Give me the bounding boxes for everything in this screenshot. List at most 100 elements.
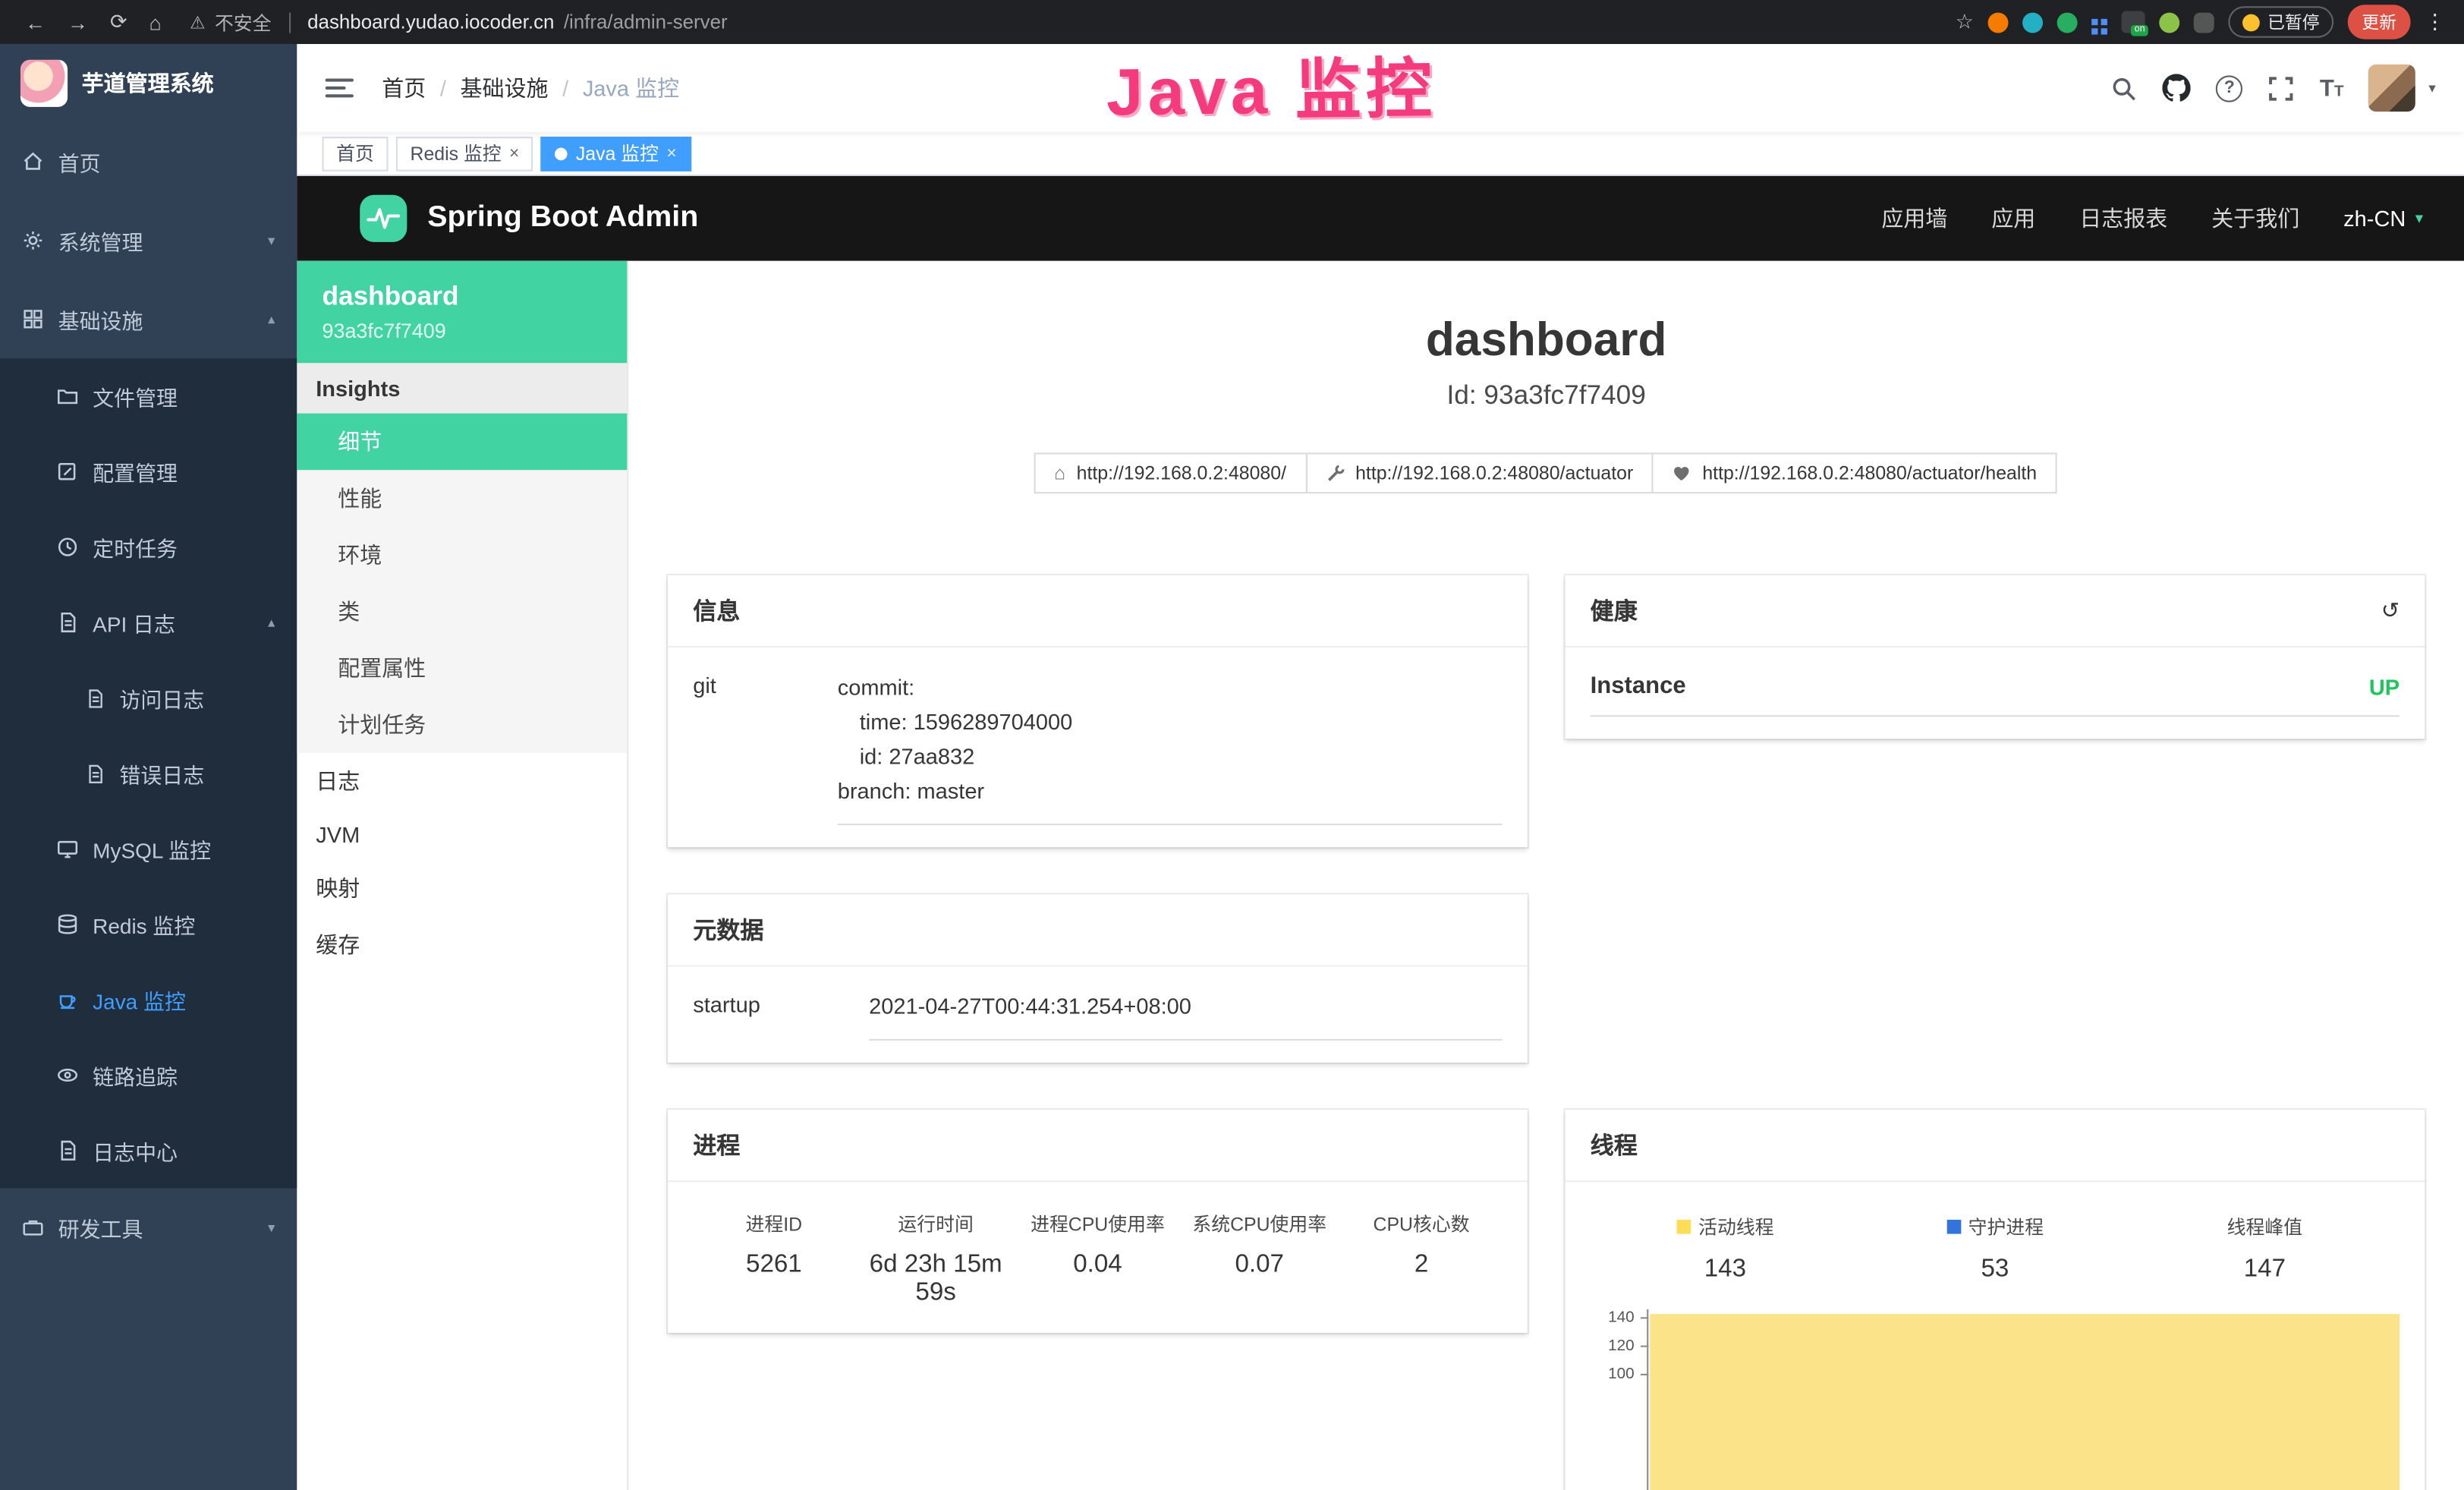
tab-java-monitor[interactable]: Java 监控 × <box>541 136 691 171</box>
close-icon[interactable]: × <box>666 143 676 162</box>
sidebar-item-home[interactable]: 首页 <box>0 123 297 202</box>
link-label: http://192.168.0.2:48080/ <box>1077 462 1286 484</box>
extension-icon-drop[interactable] <box>2022 12 2043 33</box>
url-host[interactable]: dashboard.yudao.iocoder.cn <box>307 11 554 33</box>
github-icon[interactable] <box>2163 74 2191 102</box>
hamburger-icon[interactable] <box>326 79 354 98</box>
breadcrumb-home[interactable]: 首页 <box>382 72 426 103</box>
bookmark-star-icon[interactable]: ☆ <box>1956 9 1974 34</box>
extension-icon-switch[interactable]: on <box>2122 11 2145 33</box>
edit-icon <box>57 461 79 483</box>
sba-item-performance[interactable]: 性能 <box>297 470 627 527</box>
sidebar-item-api-log[interactable]: API 日志 ▴ <box>0 584 297 660</box>
address-bar[interactable]: ⚠ 不安全 dashboard.yudao.iocoder.cn/infra/a… <box>174 8 1955 35</box>
sba-nav-journal[interactable]: 日志报表 <box>2079 203 2167 234</box>
help-icon[interactable]: ? <box>2216 74 2242 101</box>
info-line: time: 1596289704000 <box>838 704 1503 739</box>
instance-id: 93a3fc7f7409 <box>323 319 603 342</box>
tab-redis-monitor[interactable]: Redis 监控 × <box>396 136 533 171</box>
url-path[interactable]: /infra/admin-server <box>564 11 728 33</box>
tab-label: Java 监控 <box>576 140 659 166</box>
eye-icon <box>57 1064 79 1086</box>
font-size-icon[interactable]: TT <box>2320 74 2344 101</box>
sidebar-item-trace[interactable]: 链路追踪 <box>0 1038 297 1113</box>
sidebar-item-mysql[interactable]: MySQL 监控 <box>0 811 297 887</box>
stat-pid: 进程ID 5261 <box>693 1211 854 1308</box>
sba-instance-header[interactable]: dashboard 93a3fc7f7409 <box>297 261 627 364</box>
extension-icon-green[interactable] <box>2057 12 2078 33</box>
process-card: 进程 进程ID 5261 运行时间 <box>668 1110 1528 1333</box>
stat-label: 运行时间 <box>855 1211 1017 1237</box>
extension-icon-orange[interactable] <box>1988 12 2009 33</box>
sidebar-item-access-log[interactable]: 访问日志 <box>0 660 297 736</box>
sidebar-item-job[interactable]: 定时任务 <box>0 509 297 584</box>
tab-home[interactable]: 首页 <box>323 136 389 171</box>
update-button[interactable]: 更新 <box>2348 5 2411 39</box>
sba-item-caches[interactable]: 缓存 <box>297 916 627 973</box>
metadata-value: 2021-04-27T00:44:31.254+08:00 <box>869 989 1503 1041</box>
reload-icon[interactable]: ⟳ <box>110 9 127 34</box>
browser-menu-icon[interactable]: ⋮ <box>2425 9 2445 34</box>
user-avatar[interactable] <box>2369 65 2416 112</box>
sba-brand-title[interactable]: Spring Boot Admin <box>427 201 698 236</box>
back-icon[interactable]: ← <box>25 10 46 33</box>
card-title: 进程 <box>693 1129 740 1161</box>
tab-label: 首页 <box>336 140 374 166</box>
sidebar-item-java[interactable]: Java 监控 <box>0 962 297 1037</box>
sidebar-item-dev-tools[interactable]: 研发工具 ▾ <box>0 1189 297 1268</box>
sba-item-logging[interactable]: 日志 <box>297 753 627 810</box>
screen: ← → ⟳ ⌂ ⚠ 不安全 dashboard.yudao.iocoder.cn… <box>0 0 2464 1490</box>
browser-home-icon[interactable]: ⌂ <box>149 10 162 33</box>
sidebar-item-config[interactable]: 配置管理 <box>0 434 297 509</box>
metadata-key: startup <box>693 989 869 1041</box>
threads-legend: 活动线程 143 守护进程 53 线程峰值 <box>1591 1204 2399 1284</box>
extension-icon-grid[interactable] <box>2091 19 2097 25</box>
link-service-url[interactable]: ⌂ http://192.168.0.2:48080/ <box>1034 452 1307 493</box>
security-warning-icon[interactable]: ⚠ <box>190 12 205 33</box>
sidebar-item-log-center[interactable]: 日志中心 <box>0 1113 297 1188</box>
security-label[interactable]: 不安全 <box>215 8 272 35</box>
sidebar-item-system[interactable]: 系统管理 ▾ <box>0 201 297 280</box>
process-stats: 进程ID 5261 运行时间 6d 23h 15m 59s <box>693 1204 1502 1311</box>
sidebar-item-infra[interactable]: 基础设施 ▴ <box>0 280 297 359</box>
breadcrumb: 首页 / 基础设施 / Java 监控 <box>382 72 679 103</box>
health-row[interactable]: Instance UP <box>1591 669 2399 717</box>
sba-item-config-props[interactable]: 配置属性 <box>297 640 627 697</box>
fullscreen-icon[interactable] <box>2268 74 2295 101</box>
sba-item-environment[interactable]: 环境 <box>297 527 627 584</box>
sba-item-details[interactable]: 细节 <box>297 414 627 471</box>
sba-language-select[interactable]: zh-CN ▾ <box>2343 206 2423 231</box>
avatar-caret-icon[interactable]: ▾ <box>2428 80 2435 97</box>
stat-value: 5261 <box>693 1251 854 1279</box>
sidebar-item-redis[interactable]: Redis 监控 <box>0 887 297 962</box>
history-icon[interactable]: ↺ <box>2381 597 2399 624</box>
chart-y-axis: 140 120 100 <box>1591 1309 1644 1490</box>
sba-nav-applications[interactable]: 应用 <box>1991 203 2035 234</box>
sidebar-label: 系统管理 <box>58 225 143 256</box>
document-icon <box>85 688 105 708</box>
link-health-url[interactable]: http://192.168.0.2:48080/actuator/health <box>1652 452 2057 493</box>
tags-view-bar: 首页 Redis 监控 × Java 监控 × <box>297 132 2464 176</box>
app-logo[interactable]: 芋道管理系统 <box>0 44 297 123</box>
sba-nav-about[interactable]: 关于我们 <box>2211 203 2299 234</box>
legend-swatch-blue <box>1946 1220 1961 1234</box>
breadcrumb-current: Java 监控 <box>583 72 679 103</box>
search-icon[interactable] <box>2110 74 2137 101</box>
breadcrumb-infra[interactable]: 基础设施 <box>461 72 549 103</box>
sidebar-item-error-log[interactable]: 错误日志 <box>0 736 297 811</box>
sidebar-item-file[interactable]: 文件管理 <box>0 358 297 433</box>
sba-logo-icon[interactable] <box>360 195 407 242</box>
sidebar-label: 配置管理 <box>93 456 178 487</box>
sba-nav-wallboard[interactable]: 应用墙 <box>1881 203 1947 234</box>
chart-plot-area <box>1647 1309 2399 1490</box>
sba-item-classes[interactable]: 类 <box>297 583 627 640</box>
sba-item-scheduled-tasks[interactable]: 计划任务 <box>297 696 627 753</box>
sba-item-mappings[interactable]: 映射 <box>297 860 627 917</box>
extension-icon-paw[interactable] <box>2194 12 2214 33</box>
close-icon[interactable]: × <box>509 143 519 162</box>
link-actuator-url[interactable]: http://192.168.0.2:48080/actuator <box>1305 452 1654 493</box>
sba-item-jvm[interactable]: JVM <box>297 809 627 859</box>
forward-icon[interactable]: → <box>68 10 88 33</box>
paused-badge[interactable]: 已暂停 <box>2228 6 2333 37</box>
extension-icon-leaf[interactable] <box>2159 12 2179 33</box>
